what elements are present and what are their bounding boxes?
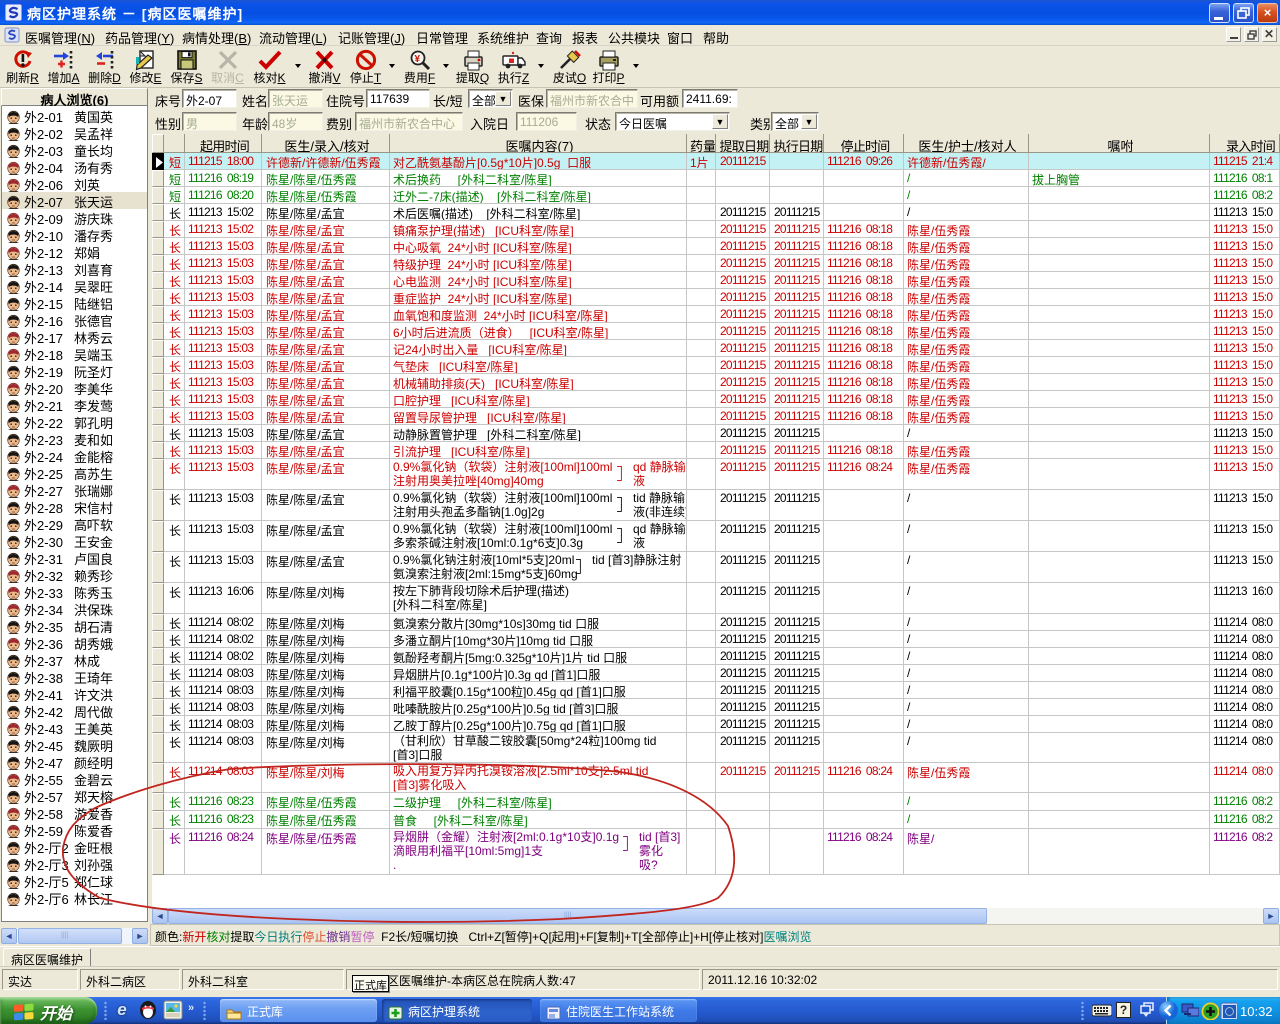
svg-text:¥: ¥ <box>414 54 420 65</box>
